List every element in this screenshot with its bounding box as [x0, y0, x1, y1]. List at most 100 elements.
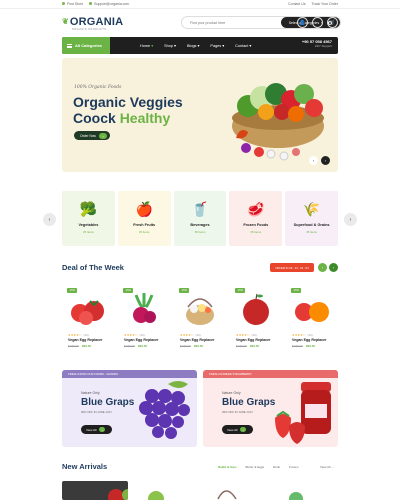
product-card[interactable]: -15% ★★★★☆ (12) Vegan Egg Replacer $180.0… — [286, 283, 338, 355]
arrival-feature-image — [108, 489, 128, 500]
deal-prev-button[interactable]: ‹ — [318, 263, 327, 272]
arrow-right-icon: → — [240, 427, 247, 432]
product-name: Vegan Egg Replacer — [68, 338, 103, 342]
product-price: $180.00 $99.00 — [236, 344, 260, 348]
tab-drink[interactable]: Drink — [273, 465, 280, 469]
category-card-fresh-fruits[interactable]: 🍎 Fresh Fruits 35 Items — [117, 191, 171, 246]
product-card[interactable]: -15% ★★★★☆ (12) Vegan Egg Replacer $180.0… — [230, 283, 282, 355]
main-nav: All Categories Home ▾ Shop ▾ Blogs ▾ Pag… — [62, 37, 338, 54]
product-card[interactable] — [202, 481, 268, 500]
arrow-right-icon: → — [98, 132, 107, 139]
promo-view-all-button[interactable]: View All → — [222, 425, 253, 434]
menu-icon — [67, 43, 72, 48]
tab-frozen[interactable]: Frozen — [289, 465, 298, 469]
logo-name: ORGANIA — [69, 15, 124, 28]
category-card-superfood-grains[interactable]: 🌾 Superfood & Grains 35 Items — [285, 191, 338, 246]
rating-stars: ★★★★☆ (12) — [180, 333, 201, 337]
nav-item-blogs[interactable]: Blogs ▾ — [187, 43, 199, 48]
hero-title: Organic Veggies Coock Healthy — [73, 94, 183, 126]
product-price: $180.00 $99.00 — [292, 344, 316, 348]
grains-icon: 🌾 — [302, 200, 321, 217]
new-arrivals-tabs: Rakht & Sips Butter & Eggs Drink Frozen — [218, 465, 298, 469]
apple-image — [243, 293, 269, 325]
hero-prev-button[interactable]: ‹ — [309, 156, 318, 165]
rating-stars: ★★★★☆ (12) — [236, 333, 257, 337]
tomato-image — [71, 300, 104, 325]
mail-icon — [89, 2, 93, 5]
hero-banner: 100% Organic Foods Organic Veggies Coock… — [62, 58, 338, 172]
leaf-icon: ❦ — [62, 17, 69, 26]
nav-item-shop[interactable]: Shop ▾ — [164, 43, 176, 48]
nav-menu: Home ▾ Shop ▾ Blogs ▾ Pages ▾ Contact ▾ — [140, 43, 251, 48]
hero-arrows: ‹ › — [309, 156, 330, 165]
new-arrivals-title: New Arrivals — [62, 462, 108, 471]
radish-image — [133, 292, 156, 323]
arrival-product-image — [217, 490, 237, 500]
vegetable-basket-image — [232, 83, 324, 161]
view-all-link[interactable]: View All → — [320, 465, 334, 469]
track-order-link[interactable]: Track Your Order — [311, 2, 338, 6]
nav-item-contact[interactable]: Contact ▾ — [235, 43, 251, 48]
all-categories-button[interactable]: All Categories — [62, 37, 110, 54]
product-price: $180.00 $99.00 — [124, 344, 148, 348]
product-name: Vegan Egg Replacer — [124, 338, 159, 342]
promo-banner-grapes[interactable]: FRESH FROM OUR FARMS - GRAPES Nature Onl… — [62, 370, 197, 447]
rating-stars: ★★★★☆ (12) — [124, 333, 145, 337]
product-name: Vegan Egg Replacer — [236, 338, 271, 342]
heart-icon[interactable]: ♡ — [312, 17, 323, 28]
product-card[interactable]: -15% ★★★★☆ (12) Vegan Egg Replacer $180.0… — [118, 283, 170, 355]
arrival-product-image — [148, 491, 164, 500]
nav-item-home[interactable]: Home ▾ — [140, 43, 153, 48]
hero-next-button[interactable]: › — [321, 156, 330, 165]
product-card[interactable]: -15% ★★★★☆ (12) Vegan Egg Replacer $180.0… — [62, 283, 114, 355]
arrow-right-icon: → — [99, 427, 106, 432]
deal-products: -15% ★★★★☆ (12) Vegan Egg Replacer $180.0… — [62, 283, 338, 355]
header: ❦ORGANIA ORGANIC PRODUCTS Select a Categ… — [62, 12, 341, 34]
strawberry-jam-image — [275, 382, 331, 444]
top-bar: Find Store Support@organia.com Contact U… — [0, 0, 400, 9]
vegetables-icon: 🥦 — [79, 200, 98, 217]
order-now-button[interactable]: Order Now → — [74, 131, 110, 140]
new-arrivals-row — [62, 481, 338, 500]
category-card-vegetables[interactable]: 🥦 Vegetables 35 Items — [62, 191, 115, 246]
hero-script: 100% Organic Foods — [74, 85, 122, 90]
promo-bar: FRESH GOMERE STRAWBERRY — [203, 370, 338, 378]
arrival-feature-card[interactable] — [62, 481, 128, 500]
product-price: $180.00 $99.00 — [68, 344, 92, 348]
promo-title: Blue Graps — [81, 397, 135, 408]
deal-next-button[interactable]: › — [329, 263, 338, 272]
category-row: 🥦 Vegetables 35 Items 🍎 Fresh Fruits 35 … — [62, 191, 338, 246]
product-name: Vegan Egg Replacer — [180, 338, 215, 342]
logo-tagline: ORGANIC PRODUCTS — [72, 27, 107, 31]
cart-icon[interactable]: 🛒 — [327, 17, 338, 28]
contact-link[interactable]: Contact Us — [288, 2, 305, 6]
promo-banner-strawberry[interactable]: FRESH GOMERE STRAWBERRY Nature Only Blue… — [203, 370, 338, 447]
product-card[interactable]: -15% ★★★★☆ (12) Vegan Egg Replacer $180.0… — [174, 283, 226, 355]
find-store-link[interactable]: Find Store — [62, 2, 83, 6]
grapes-image — [139, 381, 190, 439]
location-icon — [62, 2, 65, 5]
product-card[interactable] — [132, 481, 198, 500]
logo[interactable]: ❦ ORGANIA ORGANIC PRODUCTS — [62, 16, 123, 31]
category-next-button[interactable]: › — [344, 213, 357, 226]
nav-item-pages[interactable]: Pages ▾ — [210, 43, 224, 48]
tab-butter-eggs[interactable]: Butter & Eggs — [246, 465, 265, 469]
category-card-beverages[interactable]: 🥤 Beverages 35 Items — [173, 191, 227, 246]
basket-image — [186, 298, 214, 325]
search-input[interactable] — [182, 17, 281, 28]
category-prev-button[interactable]: ‹ — [43, 213, 56, 226]
product-price: $180.00 $99.00 — [180, 344, 204, 348]
beverages-icon: 🥤 — [191, 200, 209, 217]
product-card[interactable] — [272, 481, 338, 500]
fruit-mix-image — [295, 302, 329, 322]
deal-section-title: Deal of The Week — [62, 263, 124, 272]
user-icon[interactable]: 👤 — [297, 17, 308, 28]
category-card-frozen-foods[interactable]: 🥩 Frozen Foods 35 Items — [229, 191, 283, 246]
fruits-icon: 🍎 — [135, 200, 153, 217]
tab-rakht-sips[interactable]: Rakht & Sips — [218, 465, 237, 469]
support-phone[interactable]: +90 57 058 4567 24/7 Support — [302, 39, 332, 48]
email-link[interactable]: Support@organia.com — [89, 2, 129, 6]
promo-view-all-button[interactable]: View All → — [81, 425, 112, 434]
header-icons: 👤 ♡ 🛒 — [297, 17, 338, 28]
rating-stars: ★★★★☆ (12) — [292, 333, 313, 337]
